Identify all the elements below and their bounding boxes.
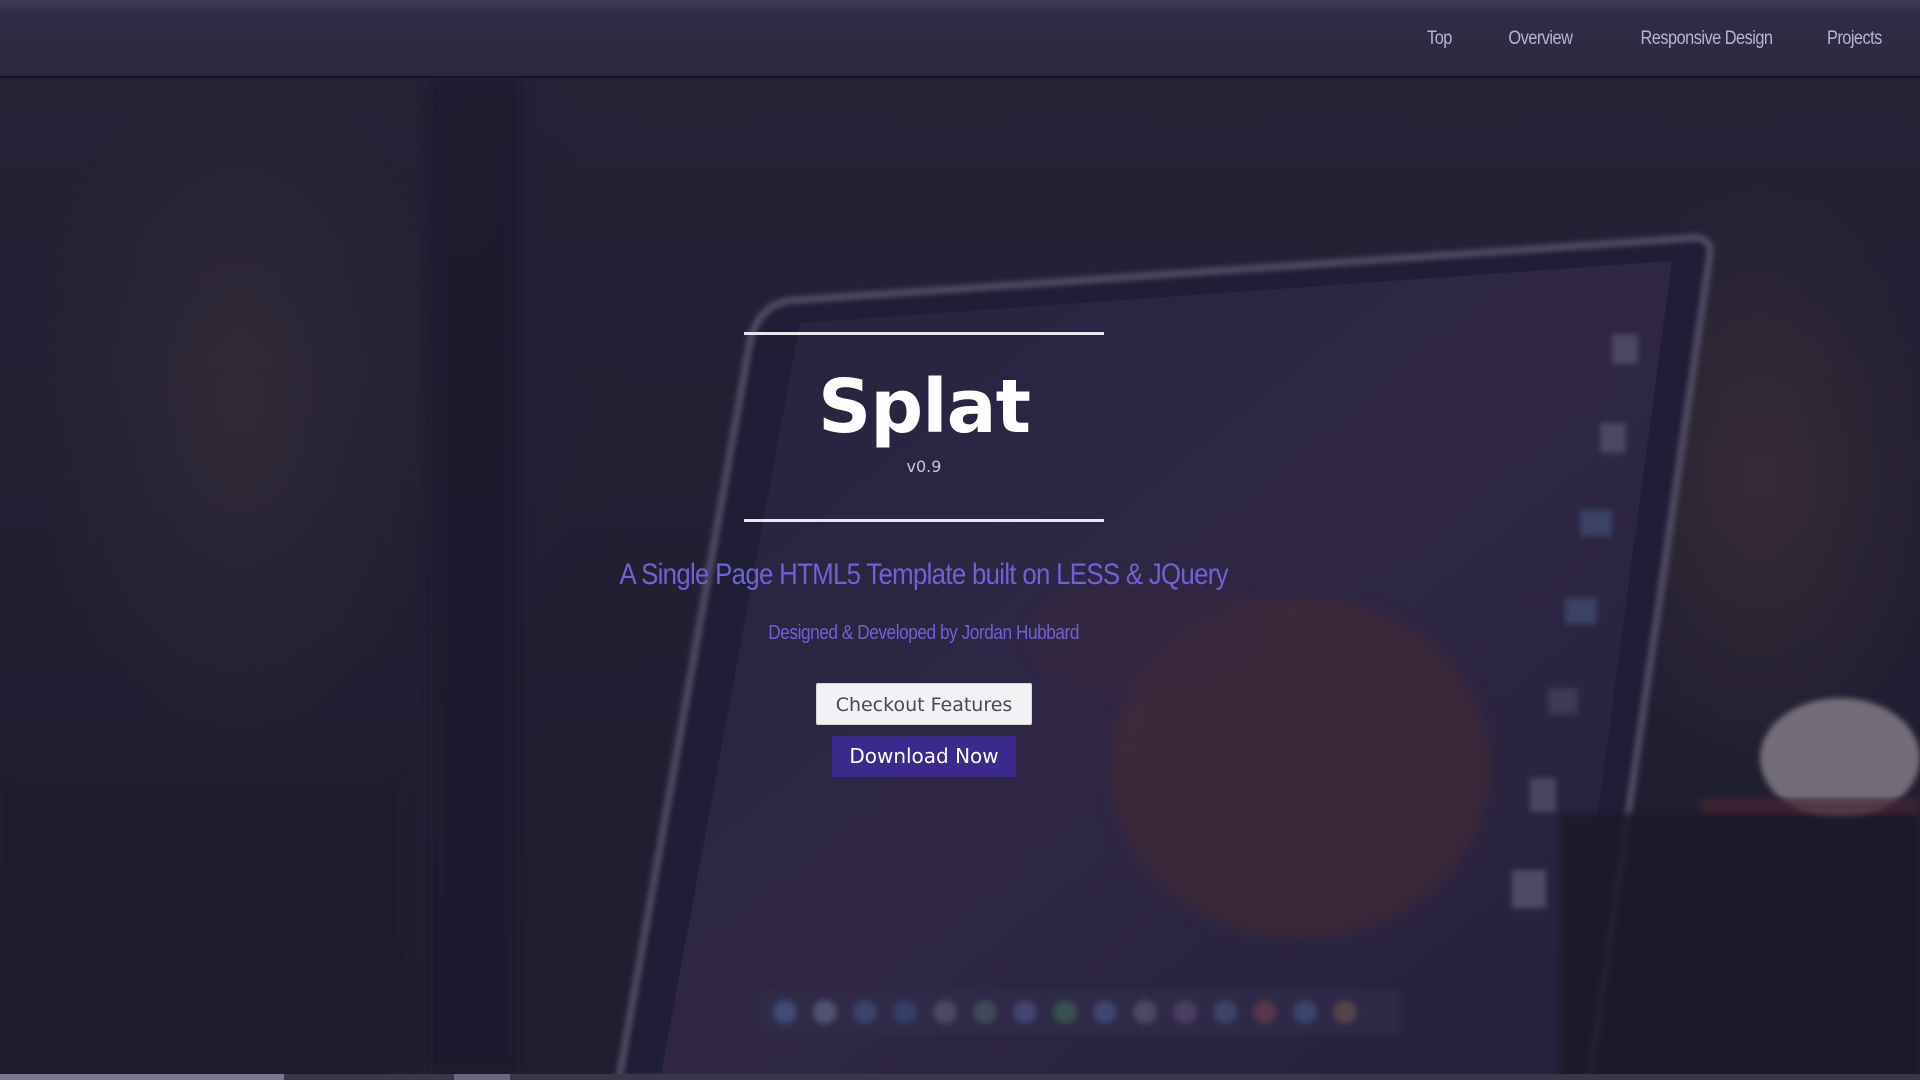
page: Top Overview Responsive Design Projects	[0, 0, 1920, 1080]
scrollbar-segment	[454, 1074, 510, 1080]
nav-link-overview[interactable]: Overview	[1509, 28, 1573, 50]
nav-link-projects[interactable]: Projects	[1827, 28, 1882, 50]
hero-tagline: A Single Page HTML5 Template built on LE…	[0, 558, 1848, 592]
hero-tagline-text: A Single Page HTML5 Template built on LE…	[619, 558, 1229, 591]
horizontal-scrollbar[interactable]	[0, 1074, 1920, 1080]
nav-link-responsive-design[interactable]: Responsive Design	[1640, 28, 1773, 50]
hero-credit-text: Designed & Developed by Jordan Hubbard	[768, 622, 1080, 644]
logo-title: Splat	[818, 364, 1031, 450]
divider-top	[744, 332, 1104, 335]
version-label: v0.9	[906, 457, 942, 476]
download-now-button[interactable]: Download Now	[832, 736, 1016, 777]
checkout-features-button[interactable]: Checkout Features	[816, 683, 1032, 725]
nav-link-top[interactable]: Top	[1427, 28, 1452, 50]
hero-content: Splat v0.9 A Single Page HTML5 Template …	[0, 0, 1848, 1080]
hero-credit: Designed & Developed by Jordan Hubbard	[0, 622, 1848, 645]
navbar: Top Overview Responsive Design Projects	[0, 0, 1920, 78]
scrollbar-thumb[interactable]	[0, 1074, 284, 1080]
divider-bottom	[744, 519, 1104, 522]
nav-links: Top Overview Responsive Design Projects	[1423, 0, 1882, 78]
